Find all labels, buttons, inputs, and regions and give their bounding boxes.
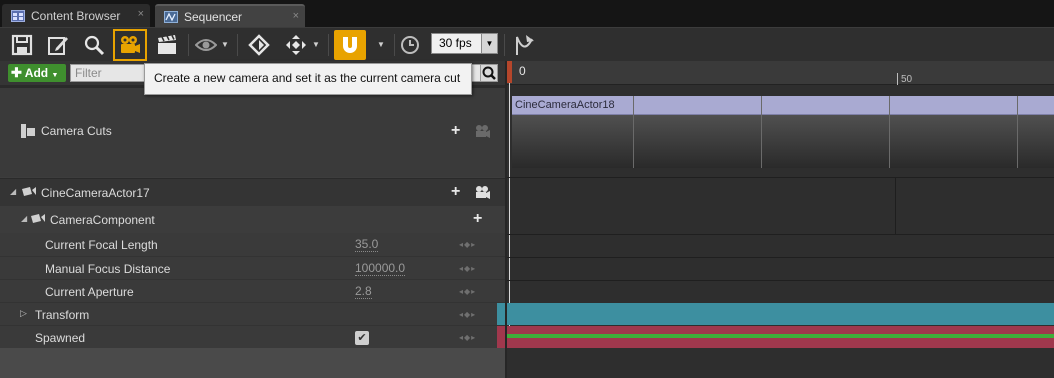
chevron-down-icon[interactable]: ▼	[377, 40, 385, 49]
spawned-section[interactable]	[507, 326, 1054, 348]
track-label: Transform	[35, 308, 90, 322]
clapperboard-icon	[158, 35, 176, 54]
tab-sequencer[interactable]: Sequencer ×	[155, 4, 305, 27]
property-row[interactable]: Current Aperture 2.8 ◂◆▸	[0, 279, 505, 302]
plus-icon: ✚	[11, 65, 22, 80]
magnet-icon	[343, 37, 357, 53]
spawned-track[interactable]: Spawned ✔ ◂◆▸	[0, 325, 505, 349]
camera-icon	[121, 36, 140, 53]
transform-section[interactable]	[507, 303, 1054, 325]
add-track-button[interactable]: +	[451, 184, 460, 200]
move-arrows-icon	[286, 35, 306, 55]
expand-arrow-icon[interactable]: ▷	[20, 308, 27, 319]
close-icon[interactable]: ×	[138, 8, 144, 20]
sequencer-icon	[164, 10, 178, 23]
camera-cuts-track[interactable]: Camera Cuts +	[0, 88, 505, 177]
key-button[interactable]	[243, 30, 275, 60]
close-icon[interactable]: ×	[293, 10, 299, 22]
expand-arrow-icon[interactable]: ◢	[21, 214, 27, 223]
save-as-icon	[48, 37, 68, 55]
transform-track[interactable]: ▷ Transform ◂◆▸	[0, 302, 505, 326]
key-nav-icon[interactable]: ◂◆▸	[459, 264, 476, 273]
tab-label: Content Browser	[31, 8, 121, 23]
curve-editor-button[interactable]	[508, 30, 540, 60]
track-label: Camera Cuts	[41, 124, 112, 138]
save-icon	[11, 34, 33, 56]
content-browser-icon	[11, 9, 25, 22]
sequencer-toolbar: ▼ ▼ ▼ 30 fps ▼	[0, 27, 1054, 61]
tick-label: 50	[901, 74, 913, 85]
time-ruler[interactable]: 0 50	[507, 61, 1054, 85]
chevron-down-icon[interactable]: ▼	[481, 34, 497, 53]
property-row[interactable]: Current Focal Length 35.0 ◂◆▸	[0, 233, 505, 256]
camera-icon[interactable]	[474, 185, 490, 199]
diamond-key-icon	[248, 34, 270, 56]
tab-content-browser[interactable]: Content Browser ×	[2, 4, 150, 27]
key-nav-icon[interactable]: ◂◆▸	[459, 287, 476, 296]
property-label: Current Focal Length	[45, 238, 158, 252]
component-track[interactable]: ◢ CameraComponent +	[0, 206, 505, 233]
add-button[interactable]: ✚ Add ▼	[8, 64, 66, 82]
timeline-area[interactable]: 0 50 CineCameraActor18	[507, 61, 1054, 378]
play-rate-button[interactable]	[397, 30, 423, 60]
tab-bar: Content Browser × Sequencer ×	[0, 0, 1054, 27]
chevron-down-icon[interactable]: ▼	[312, 40, 320, 49]
property-label: Manual Focus Distance	[45, 262, 171, 276]
property-value[interactable]: 35.0	[355, 238, 379, 252]
playhead-handle[interactable]	[507, 61, 512, 83]
property-row[interactable]: Manual Focus Distance 100000.0 ◂◆▸	[0, 256, 505, 279]
track-color-strip	[497, 326, 505, 349]
property-value[interactable]: 100000.0	[355, 262, 406, 276]
clock-icon	[401, 36, 419, 54]
key-nav-icon[interactable]: ◂◆▸	[459, 310, 476, 319]
fps-select[interactable]: 30 fps ▼	[431, 33, 498, 54]
camera-icon[interactable]	[474, 124, 490, 138]
save-button[interactable]	[6, 30, 38, 60]
view-options-button[interactable]	[192, 30, 220, 60]
add-label: Add	[24, 66, 49, 80]
find-in-browser-button[interactable]	[78, 30, 110, 60]
property-label: Current Aperture	[45, 285, 134, 299]
section-label: CineCameraActor18	[515, 99, 615, 111]
tooltip-text: Create a new camera and set it as the cu…	[154, 71, 461, 85]
spawned-curve	[507, 334, 1054, 338]
fps-value: 30 fps	[439, 36, 472, 50]
transform-keys-button[interactable]	[280, 30, 312, 60]
cine-camera-icon	[31, 214, 45, 223]
track-label: CameraComponent	[50, 213, 155, 227]
tooltip: Create a new camera and set it as the cu…	[144, 63, 472, 95]
key-nav-icon[interactable]: ◂◆▸	[459, 240, 476, 249]
add-track-button[interactable]: +	[473, 211, 482, 227]
search-icon	[84, 35, 105, 56]
key-nav-icon[interactable]: ◂◆▸	[459, 333, 476, 342]
cine-camera-icon	[22, 187, 36, 196]
expand-arrow-icon[interactable]: ◢	[10, 187, 16, 196]
add-track-button[interactable]: +	[451, 123, 460, 139]
curve-icon	[516, 35, 534, 55]
camera-cut-section[interactable]: CineCameraActor18	[512, 96, 1054, 168]
empty-area	[0, 348, 505, 378]
snapping-button[interactable]	[334, 30, 366, 60]
search-icon	[482, 66, 496, 80]
create-camera-button[interactable]	[113, 29, 147, 61]
tab-label: Sequencer	[184, 9, 243, 24]
section-header: CineCameraActor18	[512, 96, 1054, 115]
camera-cuts-icon	[21, 124, 35, 138]
outliner-panel: ✚ Add ▼ Filter Camera Cuts + ◢ CineCamer…	[0, 61, 505, 378]
eye-icon	[195, 39, 217, 51]
property-value[interactable]: 2.8	[355, 285, 372, 299]
track-label: CineCameraActor17	[41, 186, 150, 200]
tick-label: 0	[519, 64, 526, 78]
spawned-checkbox[interactable]: ✔	[355, 331, 369, 345]
render-movie-button[interactable]	[151, 30, 183, 60]
search-icon-button[interactable]	[480, 64, 498, 82]
chevron-down-icon: ▼	[51, 72, 59, 79]
search-placeholder: Filter	[75, 66, 102, 80]
track-label: Spawned	[35, 331, 86, 345]
track-color-strip	[497, 303, 505, 326]
save-as-button[interactable]	[42, 30, 74, 60]
actor-track[interactable]: ◢ CineCameraActor17 +	[0, 178, 505, 206]
chevron-down-icon[interactable]: ▼	[221, 40, 229, 49]
